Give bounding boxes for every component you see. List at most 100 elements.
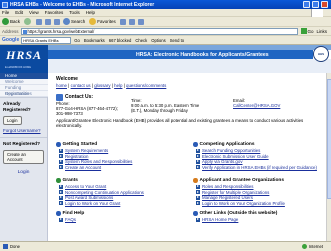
contact-title: Contact Us: (65, 94, 94, 100)
section-link[interactable]: FAQs (56, 217, 191, 223)
section-bullet-icon (56, 178, 61, 183)
minimize-icon[interactable] (303, 1, 310, 8)
google-send-to[interactable]: Send to (170, 38, 184, 43)
section-bullet-icon (193, 211, 198, 216)
arrow-right-icon (196, 165, 200, 170)
main-content: Welcome home | contact us | glossary | h… (56, 76, 328, 241)
print-icon[interactable] (137, 18, 144, 25)
google-go-button[interactable]: Go (74, 38, 80, 43)
section-link[interactable]: Login to Work on Your Organization Profi… (193, 201, 328, 207)
back-button[interactable]: Back (2, 18, 20, 25)
hrsa-logo-block[interactable]: HRSA E-HANDBOOK HOME (0, 45, 48, 73)
forward-arrow-icon (24, 18, 32, 25)
home-link[interactable]: home (56, 83, 67, 88)
scrollbar-thumb[interactable] (327, 79, 331, 199)
contact-email: Email: CallCenter@HRSA.GOV (233, 98, 281, 108)
refresh-icon[interactable] (45, 18, 52, 25)
maximize-icon[interactable] (312, 1, 319, 8)
google-bookmarks[interactable]: Bookmarks (84, 38, 105, 43)
section-title: Competing Applications (193, 142, 328, 147)
left-navigation: Home Welcome Funding Opportunities Regis… (0, 73, 48, 241)
hhs-seal-icon: HHS (313, 46, 329, 62)
glossary-link[interactable]: glossary (94, 83, 110, 88)
go-button[interactable]: Go (300, 28, 314, 34)
help-link[interactable]: help (114, 83, 122, 88)
forward-button[interactable] (24, 18, 32, 25)
section-title: Getting Started (56, 142, 191, 147)
contact-time: Time: 9:00 a.m. to 5:30 p.m. Eastern Tim… (131, 98, 200, 113)
menu-file[interactable]: File (2, 10, 9, 15)
top-links: home | contact us | glossary | help | qu… (56, 83, 167, 88)
menu-help[interactable]: Help (86, 10, 95, 15)
section-title: Find Help (56, 211, 191, 216)
section-title: Applicant and Grantee Organizations (193, 178, 328, 183)
arrow-right-icon (59, 201, 63, 206)
arrow-right-icon (59, 217, 63, 222)
home-icon[interactable] (54, 18, 61, 25)
contact-us-link[interactable]: contact us (71, 83, 91, 88)
section-link[interactable]: HRSA Home Page (193, 217, 328, 223)
page-icon (3, 244, 8, 249)
section-links: FAQs (56, 217, 191, 223)
header-title-band: HRSA: Electronic Handbooks for Applicant… (48, 50, 313, 59)
not-registered-block: Not Registered? Create an Account Login (0, 137, 47, 179)
contact-phone: Phone: 877-Go4-HRSA (877-464-4772); 301-… (56, 101, 118, 116)
menu-view[interactable]: View (29, 10, 39, 15)
section-title: Other Links (Outside this website) (193, 211, 328, 216)
section-links: Roles and Responsibilities Register for M… (193, 184, 328, 206)
browser-toolbar: Back Search Favorites (0, 17, 331, 27)
ehandbook-home-link[interactable]: E-HANDBOOK HOME (5, 66, 31, 69)
address-input[interactable]: https://grants.hrsa.gov/webExternal/ (20, 27, 298, 35)
menu-tools[interactable]: Tools (69, 10, 80, 15)
google-popups-blocked[interactable]: 667 blocked (109, 38, 132, 43)
section-block: Competing Applications Search Funding Opp… (193, 142, 328, 170)
create-account-button[interactable]: Create an Account (3, 150, 44, 164)
section-link[interactable]: Verify Application in HRSA EHBs (if requ… (193, 165, 328, 171)
history-icon[interactable] (119, 18, 126, 25)
section-links: HRSA Home Page (193, 217, 328, 223)
vertical-scrollbar[interactable] (326, 73, 331, 241)
arrow-right-icon (59, 184, 63, 189)
hrsa-logo: HRSA (6, 48, 43, 62)
google-logo: Google (2, 37, 20, 43)
address-label: Address (2, 28, 19, 34)
phone-icon (56, 94, 63, 101)
stop-icon[interactable] (36, 18, 43, 25)
section-bullet-icon (56, 211, 61, 216)
section-block: Grants Access to Your Grant Noncompeting C… (56, 178, 191, 206)
internet-zone: Internet (301, 244, 323, 249)
section-bullet-icon (193, 178, 198, 183)
section-block: Other Links (Outside this website) HRSA H… (193, 211, 328, 223)
google-search-input[interactable]: HRSA Grants EHBs (21, 36, 72, 44)
header-band-bottom (48, 59, 331, 73)
windows-flag-icon (311, 9, 323, 17)
window-title: HRSA EHBs - Welcome to EHBs - Microsoft … (10, 1, 155, 8)
links-button[interactable]: Links (317, 29, 328, 34)
menu-edit[interactable]: Edit (15, 10, 23, 15)
mail-icon[interactable] (128, 18, 135, 25)
section-link[interactable]: Login to Work on Your Grant (56, 201, 191, 207)
search-button[interactable]: Search (63, 18, 85, 25)
section-block: Applicant and Grantee Organizations Roles… (193, 178, 328, 206)
section-links: Search Funding Opportunities Electronic S… (193, 148, 328, 170)
email-link[interactable]: CallCenter@HRSA.GOV (233, 103, 280, 108)
forgot-username-link[interactable]: Forgot Username? (3, 128, 44, 133)
arrow-right-icon (59, 190, 63, 195)
arrow-right-icon (196, 190, 200, 195)
login-button[interactable]: Login (3, 116, 22, 125)
nav-login-link[interactable]: Login (3, 170, 44, 175)
section-links: System Requirements Registration System Ro… (56, 148, 191, 170)
globe-icon (301, 244, 307, 249)
google-options[interactable]: Options (151, 38, 165, 43)
section-block: Getting Started System Requirements Regist… (56, 142, 191, 170)
menu-favorites[interactable]: Favorites (45, 10, 64, 15)
arrow-right-icon (196, 195, 200, 200)
arrow-right-icon (59, 159, 63, 164)
close-icon[interactable] (321, 1, 328, 8)
status-bar: Done Internet (0, 241, 331, 251)
google-check[interactable]: Check (135, 38, 147, 43)
favorites-button[interactable]: Favorites (89, 18, 116, 25)
questions-link[interactable]: questions/comments (126, 83, 166, 88)
section-links: Access to Your Grant Noncompeting Continu… (56, 184, 191, 206)
section-link[interactable]: Create an Account (56, 165, 191, 171)
